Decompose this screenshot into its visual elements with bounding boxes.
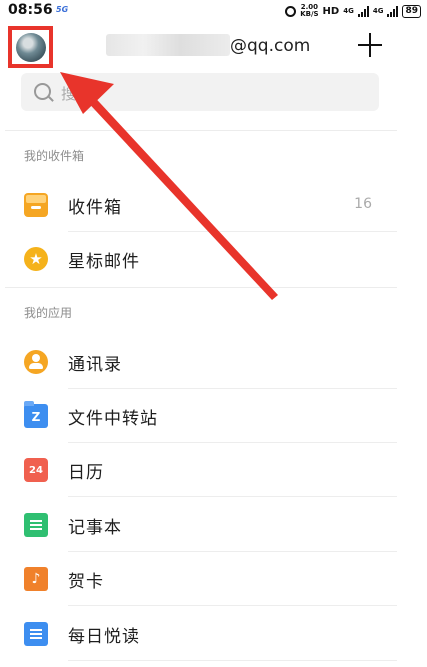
list-item-label: 文件中转站 <box>68 409 158 429</box>
list-item-starred[interactable]: ★ 星标邮件 <box>0 232 400 286</box>
signal-icon <box>357 5 369 17</box>
search-placeholder: 搜索 <box>61 85 92 103</box>
signal-1-label: 4G <box>343 7 354 15</box>
list-item-label: 每日悦读 <box>68 627 140 647</box>
list-item-label: 收件箱 <box>68 198 122 218</box>
section-title-apps: 我的应用 <box>24 306 73 320</box>
contacts-icon <box>24 350 48 374</box>
battery-icon: 89 <box>402 4 421 18</box>
list-item-label: 记事本 <box>68 518 122 538</box>
list-item-label: 贺卡 <box>68 572 104 592</box>
signal-icon-2 <box>387 5 399 17</box>
list-item-contacts[interactable]: 通讯录 <box>0 335 400 389</box>
search-bar[interactable]: 搜索 <box>21 73 379 111</box>
status-time: 08:56 <box>8 2 53 18</box>
row-divider <box>68 496 397 497</box>
plus-icon[interactable] <box>358 33 382 57</box>
list-item-daily-reading[interactable]: 每日悦读 <box>0 607 400 661</box>
divider <box>5 130 397 131</box>
unread-count: 16 <box>354 196 372 212</box>
status-bar: 08:56 5G 2.00 KB/S HD 4G 4G 89 <box>0 0 427 22</box>
list-item-label: 星标邮件 <box>68 252 140 272</box>
calendar-icon: 24 <box>24 458 48 482</box>
list-item-inbox[interactable]: 收件箱 16 <box>0 178 400 232</box>
inbox-icon <box>24 193 48 217</box>
list-item-label: 日历 <box>68 463 104 483</box>
account-email-redacted <box>106 34 230 56</box>
list-item-label: 通讯录 <box>68 355 122 375</box>
speed-unit: KB/S <box>300 10 319 18</box>
account-email[interactable]: @qq.com <box>230 36 310 56</box>
network-badge: 5G <box>56 5 69 14</box>
mail-header: @qq.com <box>0 22 427 72</box>
avatar[interactable] <box>16 33 46 62</box>
reading-icon <box>24 622 48 646</box>
row-divider <box>68 660 397 661</box>
star-icon: ★ <box>24 247 48 271</box>
card-icon: ♪ <box>24 567 48 591</box>
list-item-greeting-card[interactable]: ♪ 贺卡 <box>0 552 400 606</box>
avatar-highlight-box[interactable] <box>8 26 53 68</box>
alarm-icon <box>285 5 297 17</box>
network-speed: 2.00 KB/S <box>300 4 318 18</box>
folder-icon: Z <box>24 401 48 428</box>
section-title-inbox: 我的收件箱 <box>24 149 85 163</box>
signal-2-label: 4G <box>372 7 384 15</box>
notepad-icon <box>24 513 48 537</box>
list-item-calendar[interactable]: 24 日历 <box>0 443 400 497</box>
list-item-notepad[interactable]: 记事本 <box>0 498 400 552</box>
hd-label: HD <box>322 5 340 17</box>
search-icon <box>34 83 51 100</box>
row-divider <box>68 605 397 606</box>
list-item-file-transfer[interactable]: Z 文件中转站 <box>0 389 400 443</box>
status-icons: 2.00 KB/S HD 4G 4G 89 <box>285 3 421 19</box>
section-divider <box>5 287 397 288</box>
